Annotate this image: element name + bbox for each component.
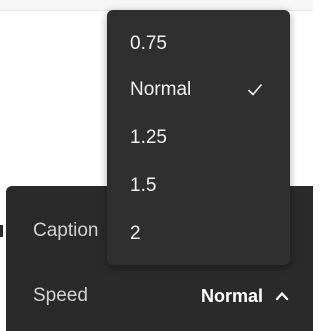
checkmark-icon — [248, 84, 262, 96]
speed-option-label: 2 — [130, 223, 141, 244]
speed-label: Speed — [33, 285, 88, 306]
speed-option-1-5[interactable]: 1.5 — [107, 164, 290, 208]
speed-option-label: 0.75 — [130, 33, 167, 54]
speed-current-value[interactable]: Normal — [201, 286, 289, 307]
chevron-up-icon — [275, 292, 289, 301]
speed-option-label: Normal — [130, 79, 192, 100]
speed-value-text: Normal — [200, 285, 263, 306]
speed-option-1-25[interactable]: 1.25 — [107, 116, 290, 160]
speed-option-0-75[interactable]: 0.75 — [107, 22, 290, 66]
speed-option-2[interactable]: 2 — [107, 212, 290, 256]
speed-option-normal[interactable]: Normal — [107, 68, 290, 112]
speed-option-label: 1.25 — [130, 127, 167, 148]
speed-options-menu: 0.75 Normal 1.25 1.5 2 — [107, 10, 290, 265]
speed-setting-row[interactable]: Speed Normal — [6, 276, 313, 316]
captions-label: Caption — [33, 220, 99, 241]
speed-option-label: 1.5 — [130, 175, 157, 196]
panel-edge-marker — [0, 225, 3, 237]
